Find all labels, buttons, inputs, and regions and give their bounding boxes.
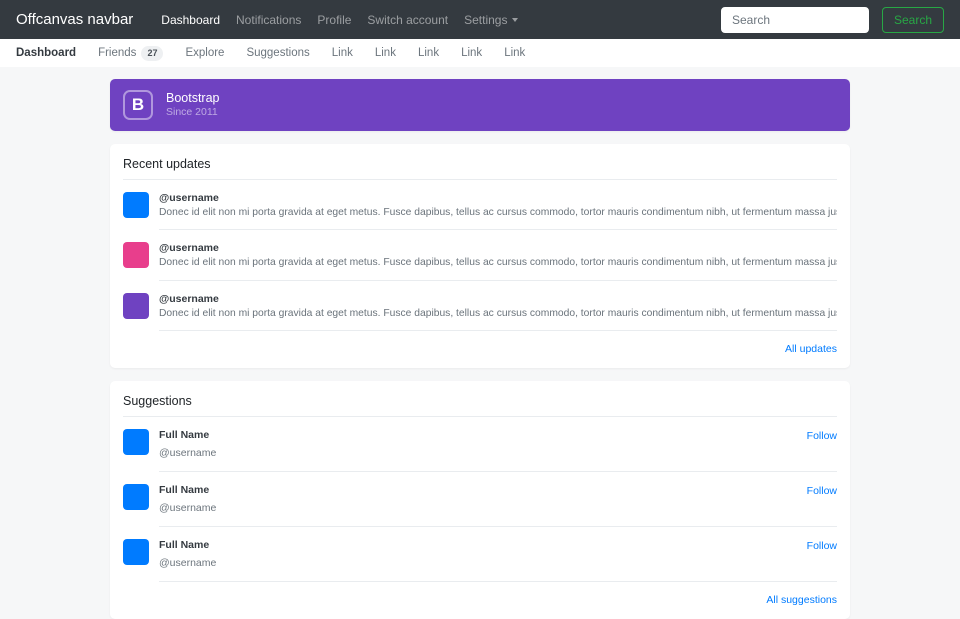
update-body: @username Donec id elit non mi porta gra…: [159, 192, 837, 230]
friends-count-badge: 27: [141, 46, 163, 61]
all-updates-wrapper: All updates: [123, 343, 837, 355]
main-content: B Bootstrap Since 2011 Recent updates @u…: [110, 79, 850, 619]
nav-item-settings-label: Settings: [464, 13, 507, 27]
suggestions-card: Suggestions Full Name @username Follow F…: [110, 381, 850, 619]
user-avatar: [123, 484, 149, 510]
follow-link[interactable]: Follow: [807, 484, 837, 497]
suggestion-username: @username: [159, 557, 216, 569]
update-body: @username Donec id elit non mi porta gra…: [159, 293, 837, 331]
suggestion-content: Full Name @username Follow: [159, 539, 837, 582]
suggestion-names: Full Name @username: [159, 429, 216, 461]
update-item: @username Donec id elit non mi porta gra…: [123, 230, 837, 280]
suggestion-full-name: Full Name: [159, 539, 216, 551]
suggestion-content: Full Name @username Follow: [159, 429, 837, 472]
user-avatar: [123, 242, 149, 268]
update-item: @username Donec id elit non mi porta gra…: [123, 281, 837, 331]
subnav-item-link-4[interactable]: Link: [450, 47, 493, 59]
subnav-item-friends-label: Friends: [98, 47, 136, 59]
nav-item-notifications[interactable]: Notifications: [228, 13, 309, 27]
update-item: @username Donec id elit non mi porta gra…: [123, 180, 837, 230]
suggestion-item: Full Name @username Follow: [123, 472, 837, 527]
recent-updates-card: Recent updates @username Donec id elit n…: [110, 144, 850, 368]
subnav-item-link-3[interactable]: Link: [407, 47, 450, 59]
update-text: Donec id elit non mi porta gravida at eg…: [159, 256, 837, 269]
all-suggestions-link[interactable]: All suggestions: [766, 594, 837, 606]
update-text: Donec id elit non mi porta gravida at eg…: [159, 307, 837, 320]
nav-item-switch-account[interactable]: Switch account: [359, 13, 456, 27]
banner-text: Bootstrap Since 2011: [166, 91, 220, 120]
suggestion-username: @username: [159, 502, 216, 514]
subnav-item-friends[interactable]: Friends 27: [87, 46, 174, 61]
update-body: @username Donec id elit non mi porta gra…: [159, 242, 837, 280]
suggestion-item: Full Name @username Follow: [123, 417, 837, 472]
suggestion-names: Full Name @username: [159, 539, 216, 571]
suggestion-item: Full Name @username Follow: [123, 527, 837, 582]
nav-item-settings-dropdown[interactable]: Settings: [456, 13, 526, 27]
update-username: @username: [159, 293, 837, 305]
subnav-item-link-1[interactable]: Link: [321, 47, 364, 59]
follow-link[interactable]: Follow: [807, 429, 837, 442]
search-input[interactable]: [721, 7, 869, 33]
update-text: Donec id elit non mi porta gravida at eg…: [159, 206, 837, 219]
bootstrap-banner: B Bootstrap Since 2011: [110, 79, 850, 131]
all-suggestions-wrapper: All suggestions: [123, 594, 837, 606]
update-username: @username: [159, 242, 837, 254]
all-updates-link[interactable]: All updates: [785, 343, 837, 355]
caret-down-icon: [512, 18, 518, 22]
navbar-brand[interactable]: Offcanvas navbar: [16, 11, 133, 28]
suggestion-full-name: Full Name: [159, 429, 216, 441]
subnav-item-suggestions[interactable]: Suggestions: [235, 47, 320, 59]
update-username: @username: [159, 192, 837, 204]
subnav-item-link-5[interactable]: Link: [493, 47, 536, 59]
subnav-item-link-2[interactable]: Link: [364, 47, 407, 59]
nav-item-profile[interactable]: Profile: [309, 13, 359, 27]
suggestion-content: Full Name @username Follow: [159, 484, 837, 527]
user-avatar: [123, 293, 149, 319]
user-avatar: [123, 192, 149, 218]
follow-link[interactable]: Follow: [807, 539, 837, 552]
suggestion-names: Full Name @username: [159, 484, 216, 516]
user-avatar: [123, 429, 149, 455]
user-avatar: [123, 539, 149, 565]
recent-updates-title: Recent updates: [123, 157, 837, 180]
subnav-item-dashboard[interactable]: Dashboard: [16, 47, 87, 59]
top-navbar: Offcanvas navbar Dashboard Notifications…: [0, 0, 960, 39]
suggestions-title: Suggestions: [123, 394, 837, 417]
secondary-nav: Dashboard Friends 27 Explore Suggestions…: [0, 39, 960, 67]
banner-subtitle: Since 2011: [166, 106, 220, 120]
bootstrap-logo-icon: B: [123, 90, 153, 120]
suggestion-username: @username: [159, 447, 216, 459]
search-form: Search: [721, 7, 944, 33]
suggestion-full-name: Full Name: [159, 484, 216, 496]
nav-item-dashboard[interactable]: Dashboard: [153, 13, 228, 27]
subnav-item-explore[interactable]: Explore: [174, 47, 235, 59]
navbar-links: Dashboard Notifications Profile Switch a…: [153, 13, 526, 27]
search-button[interactable]: Search: [882, 7, 944, 33]
banner-title: Bootstrap: [166, 91, 220, 106]
